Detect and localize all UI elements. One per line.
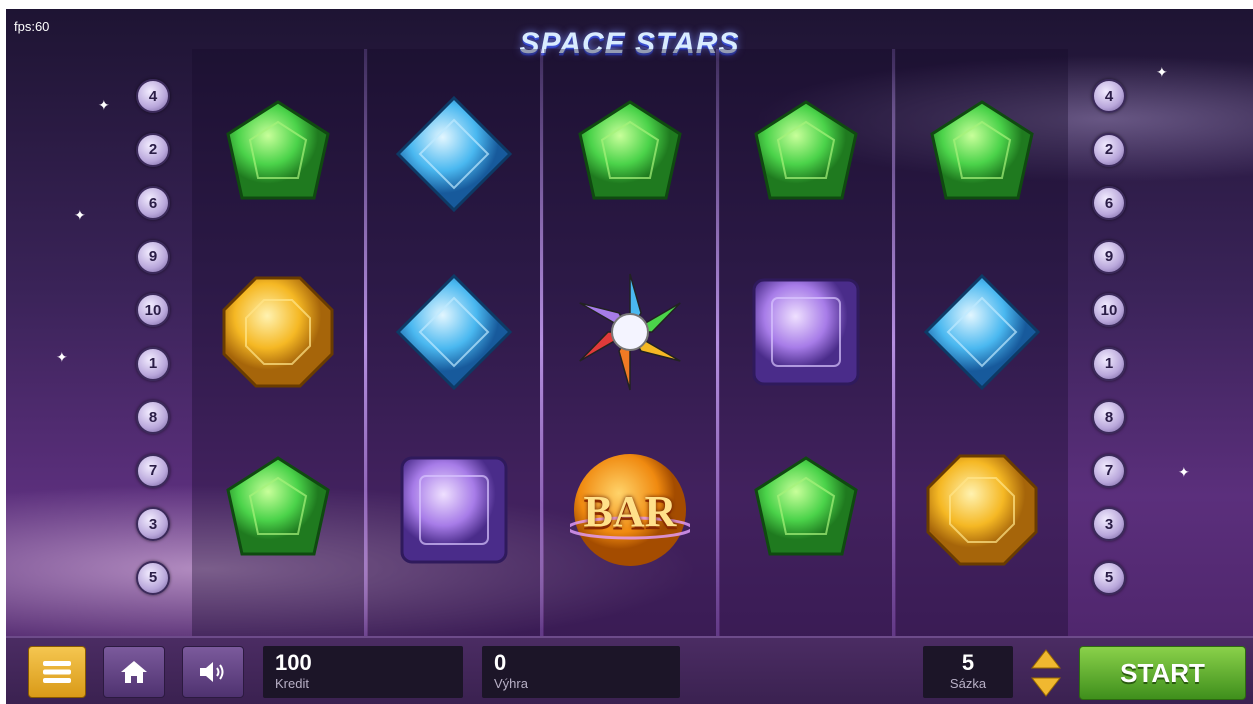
yellow-gem-symbol <box>922 450 1042 570</box>
credit-value: 100 <box>275 650 312 675</box>
star-decoration: ✦ <box>98 97 110 113</box>
payline-badge: 10 <box>136 293 170 327</box>
reel-4 <box>720 49 892 637</box>
blue-gem-symbol <box>394 94 514 214</box>
bet-adjust <box>1030 649 1062 697</box>
payline-badge: 5 <box>136 560 170 595</box>
star-wild-icon <box>579 273 681 391</box>
reel-separator <box>540 49 543 637</box>
bet-up-arrow-icon[interactable] <box>1030 649 1062 669</box>
payline-badge: 8 <box>1092 400 1126 434</box>
blue-gem-symbol <box>922 272 1042 392</box>
speaker-icon <box>200 662 224 682</box>
reel-separator <box>716 49 719 637</box>
star-decoration: ✦ <box>1178 464 1190 480</box>
payline-badge: 6 <box>136 186 170 220</box>
blue-gem-icon <box>395 273 513 391</box>
purple-gem-icon <box>400 456 508 564</box>
purple-gem-icon <box>752 278 860 386</box>
blue-gem-icon <box>395 95 513 213</box>
star-decoration: ✦ <box>74 207 86 223</box>
bottom-bar: 100 Kredit 0 Výhra 5 Sázka START <box>6 636 1253 704</box>
bet-down-arrow-icon[interactable] <box>1030 677 1062 697</box>
payline-badge: 10 <box>1092 293 1126 327</box>
payline-badge: 1 <box>136 346 170 381</box>
green-gem-icon <box>578 100 682 200</box>
green-gem-icon <box>754 456 858 556</box>
win-display: 0 Výhra <box>482 646 680 698</box>
home-button[interactable] <box>103 646 165 698</box>
reel-2 <box>368 49 540 637</box>
credit-label: Kredit <box>275 676 309 691</box>
star-wild-symbol <box>570 272 690 392</box>
sound-button[interactable] <box>182 646 244 698</box>
green-gem-icon <box>226 456 330 556</box>
green-gem-symbol <box>922 94 1042 214</box>
payline-badge: 2 <box>1092 132 1126 167</box>
start-button[interactable]: START <box>1079 646 1246 700</box>
purple-gem-symbol <box>746 272 866 392</box>
green-gem-symbol <box>746 94 866 214</box>
green-gem-symbol <box>746 450 866 570</box>
payline-badge: 9 <box>1092 239 1126 274</box>
payline-badge: 1 <box>1092 346 1126 381</box>
win-label: Výhra <box>494 676 528 691</box>
payline-badge: 6 <box>1092 186 1126 220</box>
reel-1 <box>192 49 364 637</box>
yellow-gem-symbol <box>218 272 338 392</box>
reel-area: BAR <box>192 49 1072 637</box>
payline-badge: 3 <box>136 507 170 541</box>
bet-display: 5 Sázka <box>923 646 1013 698</box>
green-gem-symbol <box>218 450 338 570</box>
reel-3: BAR <box>544 49 716 637</box>
payline-badge: 4 <box>136 79 170 113</box>
purple-gem-symbol <box>394 450 514 570</box>
bar-symbol-text: BAR <box>583 487 677 536</box>
payline-badge: 4 <box>1092 79 1126 113</box>
reel-5 <box>896 49 1068 637</box>
payline-badge: 9 <box>136 239 170 274</box>
payline-badge: 7 <box>136 453 170 488</box>
payline-badge: 3 <box>1092 507 1126 541</box>
reel-separator <box>364 49 367 637</box>
blue-gem-symbol <box>394 272 514 392</box>
home-icon <box>121 661 147 683</box>
payline-badge: 8 <box>136 400 170 434</box>
green-gem-symbol <box>570 94 690 214</box>
payline-badge: 5 <box>1092 560 1126 595</box>
blue-gem-icon <box>923 273 1041 391</box>
win-value: 0 <box>494 650 507 675</box>
bet-value: 5 <box>961 650 975 675</box>
hamburger-icon <box>43 661 71 683</box>
yellow-gem-icon <box>222 276 334 388</box>
green-gem-icon <box>226 100 330 200</box>
game-screen: fps:60 SPACE STARS ✦ ✦ ✦ ✦ ✦ 4 2 6 9 10 1 8 7 3 5… <box>6 9 1253 704</box>
star-decoration: ✦ <box>56 349 68 365</box>
green-gem-symbol <box>218 94 338 214</box>
yellow-gem-icon <box>926 454 1038 566</box>
green-gem-icon <box>754 100 858 200</box>
payline-badge: 7 <box>1092 453 1126 488</box>
star-decoration: ✦ <box>1156 64 1168 80</box>
payline-badge: 2 <box>136 132 170 167</box>
green-gem-icon <box>930 100 1034 200</box>
credit-display: 100 Kredit <box>263 646 463 698</box>
menu-button[interactable] <box>28 646 86 698</box>
reel-separator <box>892 49 895 637</box>
bet-label: Sázka <box>949 676 987 691</box>
bar-symbol: BAR <box>570 450 690 570</box>
